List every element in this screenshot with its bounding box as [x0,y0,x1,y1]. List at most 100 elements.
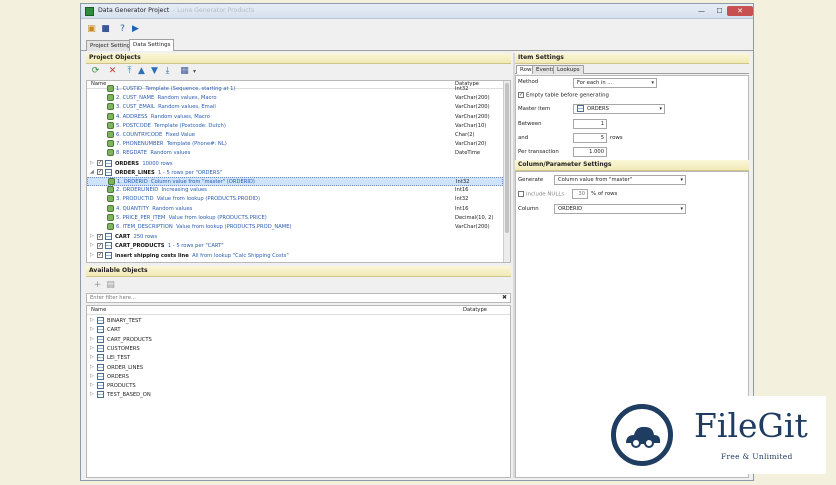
available-objects-panel: Available Objects + ▤ Enter filter here.… [86,266,511,478]
expand-icon[interactable]: ▷ [90,335,97,344]
move-up-icon[interactable]: ▲ [136,66,147,77]
expand-icon[interactable]: ▷ [90,390,97,399]
tree-column-row[interactable]: 3. CUST_EMAIL Random values, Email VarCha… [87,103,503,112]
expand-icon[interactable]: ▷ [90,381,97,390]
available-object-item[interactable]: ▷ CART_PRODUCTS [87,335,152,344]
move-down-icon[interactable]: ▼ [149,66,160,77]
column-select[interactable]: ORDERID ▾ [554,204,686,214]
available-object-item[interactable]: ▷ TEST_BASED_ON [87,390,151,399]
expand-icon[interactable]: ◢ [90,168,97,177]
nulls-percentage-input[interactable]: 30 [572,189,588,199]
include-checkbox[interactable]: ✓ [97,242,103,249]
tree-column-row[interactable]: 5. POSTCODE Template (Postcode: Dutch) Va… [87,121,503,131]
expand-icon[interactable]: ▷ [90,325,97,334]
avail-col-datatype: Datatype [463,307,487,313]
tree-item-label: 1. CUSTID [116,86,143,92]
available-object-item[interactable]: ▷ ORDER_LINES [87,363,143,372]
run-icon[interactable]: ▶ [130,24,141,35]
expand-icon[interactable]: ▷ [90,316,97,325]
available-object-item[interactable]: ▷ LEI_TEST [87,353,130,362]
expand-icon[interactable]: ▷ [90,232,97,241]
expand-icon[interactable]: ▷ [90,372,97,381]
available-object-item[interactable]: ▷ CUSTOMERS [87,344,140,353]
move-top-icon[interactable]: ⤒ [124,66,135,77]
tree-column-row[interactable]: 7. PHONENUMBER Template (Phone#: NL) VarC… [87,140,503,149]
import-icon[interactable]: ▤ [105,280,116,291]
filegit-tagline: Free & Unlimited [721,452,793,461]
available-object-label: TEST_BASED_ON [107,392,151,399]
tree-column-row[interactable]: 4. ADDRESS Random values, Macro VarChar(2… [87,112,503,122]
minimize-button[interactable]: — [693,6,710,16]
tree-column-row[interactable]: 8. REGDATE Random values DateTime [87,149,503,158]
filter-input[interactable]: Enter filter here... [90,295,136,301]
include-nulls-checkbox[interactable] [518,191,524,197]
include-checkbox[interactable]: ✓ [97,252,103,259]
master-item-select[interactable]: ORDERS ▾ [573,104,665,114]
per-transaction-input[interactable]: 1.000 [573,147,607,157]
open-project-icon[interactable]: ▣ [86,24,97,35]
tree-column-row[interactable]: 2. CUST_NAME Random values, Macro VarChar… [87,94,503,103]
tree-item-datatype: VarChar(200) [455,104,490,111]
tree-scrollbar[interactable] [503,81,510,262]
move-bottom-icon[interactable]: ⤓ [162,66,173,77]
clear-filter-icon[interactable]: ✖ [502,294,507,301]
tree-item-datatype: Decimal(10, 2) [455,214,494,221]
include-checkbox[interactable]: ✓ [97,233,103,240]
add-object-icon[interactable]: + [92,280,103,291]
save-icon[interactable]: ■ [100,24,111,35]
tree-table-row[interactable]: ◢ ✓ ORDER_LINES 1 - 5 rows per "ORDERS" [87,168,503,177]
close-button[interactable]: ✕ [727,6,753,16]
tree-column-row[interactable]: 6. ITEM_DESCRIPTION Value from lookup (P… [87,223,503,232]
add-icon[interactable]: ⟳ [90,66,101,77]
include-nulls-option[interactable]: Include NULLs [518,191,564,198]
expand-icon[interactable]: ▷ [90,159,97,168]
delete-icon[interactable]: ✕ [107,66,118,77]
and-input[interactable]: 5 [573,133,607,143]
table-icon [97,317,104,324]
column-icon [107,140,114,148]
tree-table-row[interactable]: ▷ ✓ ORDERS 10000 rows [87,159,503,168]
between-input[interactable]: 1 [573,119,607,129]
expand-icon[interactable]: ▷ [90,363,97,372]
tree-column-row[interactable]: 1. ORDERID Column value from "master" (O… [87,177,503,186]
tree-item-datatype: VarChar(200) [455,224,490,230]
available-object-item[interactable]: ▷ PRODUCTS [87,381,136,390]
empty-table-option[interactable]: ✓ Empty table before generating [518,92,609,99]
expand-icon[interactable]: ▷ [90,241,97,250]
expand-icon[interactable]: ▷ [90,251,97,260]
include-checkbox[interactable]: ✓ [97,160,103,167]
expand-icon[interactable]: ▷ [90,353,97,362]
tree-scrollbar-thumb[interactable] [505,83,509,233]
options-dropdown-icon[interactable]: ▾ [189,66,200,77]
tree-table-row[interactable]: ▷ ✓ CART_PRODUCTS 1 - 5 rows per "CART" [87,241,503,250]
tree-column-row[interactable]: 4. QUANTITY Random values Int16 [87,204,503,214]
include-checkbox[interactable]: ✓ [97,169,103,176]
tab-lookups[interactable]: Lookups [553,65,584,74]
tree-column-row[interactable]: 2. ORDERLINEID Increasing values Int16 [87,186,503,195]
tree-column-row[interactable]: 3. PRODUCTID Value from lookup (PRODUCTS… [87,195,503,204]
generate-select[interactable]: Column value from "master" ▾ [554,175,686,185]
window-title-ghost: - Luna Generator Products [173,7,255,14]
empty-table-checkbox[interactable]: ✓ [518,92,524,98]
method-select[interactable]: For each in ... ▾ [573,78,657,88]
available-object-item[interactable]: ▷ ORDERS [87,372,129,381]
tree-table-row[interactable]: ▷ ✓ insert shipping costs line All from lo… [87,251,503,260]
expand-icon[interactable]: ▷ [90,344,97,353]
tree-column-row[interactable]: 6. COUNTRYCODE Fixed Value Char(2) [87,131,503,140]
available-object-item[interactable]: ▷ CART [87,325,121,334]
tree-item-label: 3. CUST_EMAIL [116,104,155,111]
tree-column-row[interactable]: 1. CUSTID Template (Sequence, starting a… [87,85,503,94]
tree-item-datatype: VarChar(200) [455,95,490,102]
table-icon [97,363,104,371]
maximize-button[interactable]: ☐ [711,6,728,16]
tree-column-row[interactable]: 5. PRICE_PER_ITEM Value from lookup (PRO… [87,213,503,223]
filter-bar: Enter filter here... ✖ [86,293,511,303]
tree-item-datatype: DateTime [455,150,481,157]
tree-table-row[interactable]: ▷ ✓ CART 250 rows [87,232,503,241]
available-object-label: CUSTOMERS [107,345,140,352]
column-icon [107,121,114,129]
available-object-item[interactable]: ▷ BINARY_TEST [87,316,141,325]
help-icon[interactable]: ? [117,24,128,35]
tab-data-settings[interactable]: Data Settings [129,39,175,51]
nulls-suffix: % of rows [591,191,618,197]
